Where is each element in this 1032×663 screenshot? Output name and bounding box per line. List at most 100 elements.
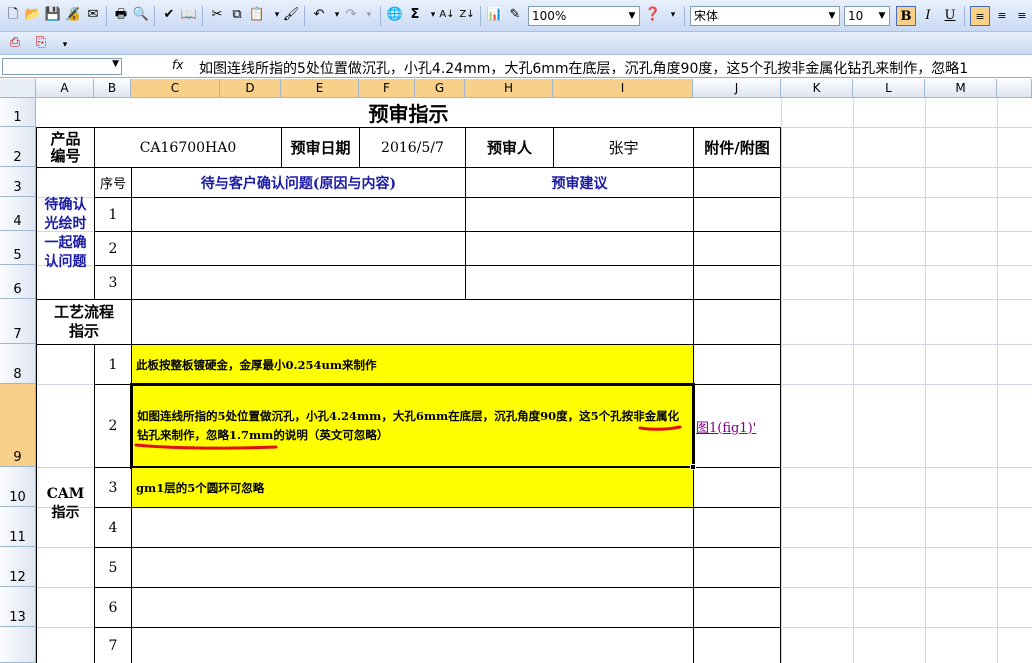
chart-wizard-icon[interactable]: 📊 <box>486 6 504 24</box>
attachment-cell-14[interactable] <box>693 627 781 663</box>
permission-icon[interactable]: 🔏 <box>64 6 82 24</box>
row-header-13[interactable]: 13 <box>0 587 36 627</box>
column-header-b[interactable]: B <box>94 79 131 98</box>
font-size-select[interactable]: 10 ▼ <box>844 6 890 26</box>
cam-text-1[interactable]: 此板按整板镀硬金，金厚最小0.254um来制作 <box>131 344 694 385</box>
seq-header[interactable]: 序号 <box>94 167 132 198</box>
cut-icon[interactable]: ✂ <box>208 6 226 24</box>
column-header-k[interactable]: K <box>781 79 853 98</box>
print-icon[interactable]: 🖶 <box>112 6 130 24</box>
confirm-seq-2[interactable]: 2 <box>94 231 132 266</box>
name-box[interactable]: ▼ <box>2 58 122 75</box>
cam-text-6[interactable] <box>131 587 694 628</box>
bold-button[interactable]: B <box>896 6 916 26</box>
formula-content[interactable]: 如图连线所指的5处位置做沉孔，小孔4.24mm，大孔6mm在底层，沉孔角度90度… <box>199 58 968 78</box>
column-header-c[interactable]: C <box>131 79 220 98</box>
cam-no-4[interactable]: 4 <box>94 507 132 548</box>
cam-text-5[interactable] <box>131 547 694 588</box>
sheet-title[interactable]: 预审指示 <box>36 98 781 127</box>
autosum-icon[interactable]: Σ <box>406 6 424 24</box>
row-header-9[interactable]: 9 <box>0 384 36 467</box>
underline-button[interactable]: U <box>940 6 960 26</box>
row-header-4[interactable]: 4 <box>0 197 36 231</box>
fx-icon[interactable]: fx <box>172 58 183 72</box>
column-header-e[interactable]: E <box>281 79 359 98</box>
product-no-value[interactable]: CA16700HA0 <box>94 127 282 168</box>
issue-header[interactable]: 待与客户确认问题(原因与内容) <box>131 167 466 198</box>
process-label[interactable]: 工艺流程指示 <box>36 299 132 345</box>
pdf-email-icon[interactable]: ⎘ <box>32 34 50 52</box>
cam-no-5[interactable]: 5 <box>94 547 132 588</box>
attachment-cell-12[interactable] <box>693 547 781 588</box>
row-header-11[interactable]: 11 <box>0 507 36 547</box>
align-left-icon[interactable]: ≡ <box>970 6 990 26</box>
redo-icon[interactable]: ↷ <box>342 6 360 24</box>
format-painter-icon[interactable]: 🖌 <box>282 6 300 24</box>
spelling-icon[interactable]: ✔ <box>160 6 178 24</box>
cam-no-1[interactable]: 1 <box>94 344 132 385</box>
cam-text-2[interactable]: 如图连线所指的5处位置做沉孔，小孔4.24mm，大孔6mm在底层，沉孔角度90度… <box>130 383 695 469</box>
column-header-i[interactable]: I <box>553 79 693 98</box>
row-header-7[interactable]: 7 <box>0 299 36 344</box>
cam-no-2[interactable]: 2 <box>94 384 132 468</box>
drawing-icon[interactable]: ✎ <box>506 6 524 24</box>
new-icon[interactable]: 🗋 <box>4 6 22 24</box>
copy-icon[interactable]: ⧉ <box>228 6 246 24</box>
italic-button[interactable]: I <box>918 6 938 26</box>
attachment-cell-11[interactable] <box>693 507 781 548</box>
column-header-g[interactable]: G <box>415 79 465 98</box>
column-header-j[interactable]: J <box>693 79 781 98</box>
row-header-8[interactable]: 8 <box>0 344 36 384</box>
column-header-h[interactable]: H <box>465 79 553 98</box>
font-name-dropdown-icon[interactable]: ▼ <box>825 7 839 25</box>
cam-no-3[interactable]: 3 <box>94 467 132 508</box>
figure-link[interactable]: 图1(fig1)' <box>693 384 781 468</box>
attachment-cell-4[interactable] <box>693 197 781 232</box>
attachment-cell-8[interactable] <box>693 344 781 385</box>
confirm-issue-1[interactable] <box>131 197 466 232</box>
attachment-cell-7[interactable] <box>693 299 781 345</box>
attachment-cell-6[interactable] <box>693 265 781 300</box>
confirm-issue-3[interactable] <box>131 265 466 300</box>
font-size-dropdown-icon[interactable]: ▼ <box>875 7 889 25</box>
zoom-dropdown-icon[interactable]: ▼ <box>625 7 639 25</box>
row-header-3[interactable]: 3 <box>0 167 36 197</box>
help-icon[interactable]: ❓ <box>644 6 662 24</box>
process-content[interactable] <box>131 299 694 345</box>
confirm-issues-label[interactable]: 待确认光绘时一起确认问题 <box>36 167 95 300</box>
pdf-toolbar-options-icon[interactable]: ▾ <box>56 36 74 54</box>
row-header-14[interactable] <box>0 627 36 663</box>
column-header-n[interactable] <box>997 79 1032 98</box>
confirm-seq-3[interactable]: 3 <box>94 265 132 300</box>
save-icon[interactable]: 💾 <box>44 6 62 24</box>
cam-label[interactable]: CAM 指示 <box>36 344 95 663</box>
column-header-a[interactable]: A <box>36 79 94 98</box>
column-header-m[interactable]: M <box>925 79 997 98</box>
undo-icon[interactable]: ↶ <box>310 6 328 24</box>
cam-text-3[interactable]: gm1层的5个圆环可忽略 <box>131 467 694 508</box>
confirm-issue-2[interactable] <box>131 231 466 266</box>
column-header-l[interactable]: L <box>853 79 925 98</box>
confirm-suggest-1[interactable] <box>465 197 694 232</box>
paste-icon[interactable]: 📋 <box>248 6 266 24</box>
attachment-cell-3[interactable] <box>693 167 781 198</box>
toolbar-options-icon[interactable]: ▾ <box>664 6 682 24</box>
row-header-2[interactable]: 2 <box>0 127 36 167</box>
align-right-icon[interactable]: ≡ <box>1012 6 1032 26</box>
review-date-value[interactable]: 2016/5/7 <box>359 127 466 168</box>
row-header-12[interactable]: 12 <box>0 547 36 587</box>
row-header-6[interactable]: 6 <box>0 265 36 299</box>
cam-text-7[interactable] <box>131 627 694 663</box>
align-center-icon[interactable]: ≡ <box>992 6 1012 26</box>
name-box-dropdown-icon[interactable]: ▼ <box>112 59 119 69</box>
sort-ascending-icon[interactable]: A↓ <box>438 6 456 24</box>
redo-dropdown-icon[interactable]: ▾ <box>360 6 378 24</box>
pdf-convert-icon[interactable]: ⎙ <box>6 34 24 52</box>
print-preview-icon[interactable]: 🔍 <box>132 6 150 24</box>
reviewer-value[interactable]: 张宇 <box>553 127 694 168</box>
cam-text-4[interactable] <box>131 507 694 548</box>
cam-no-6[interactable]: 6 <box>94 587 132 628</box>
review-date-label[interactable]: 预审日期 <box>281 127 360 168</box>
confirm-suggest-2[interactable] <box>465 231 694 266</box>
product-no-label[interactable]: 产品 编号 <box>36 127 95 168</box>
